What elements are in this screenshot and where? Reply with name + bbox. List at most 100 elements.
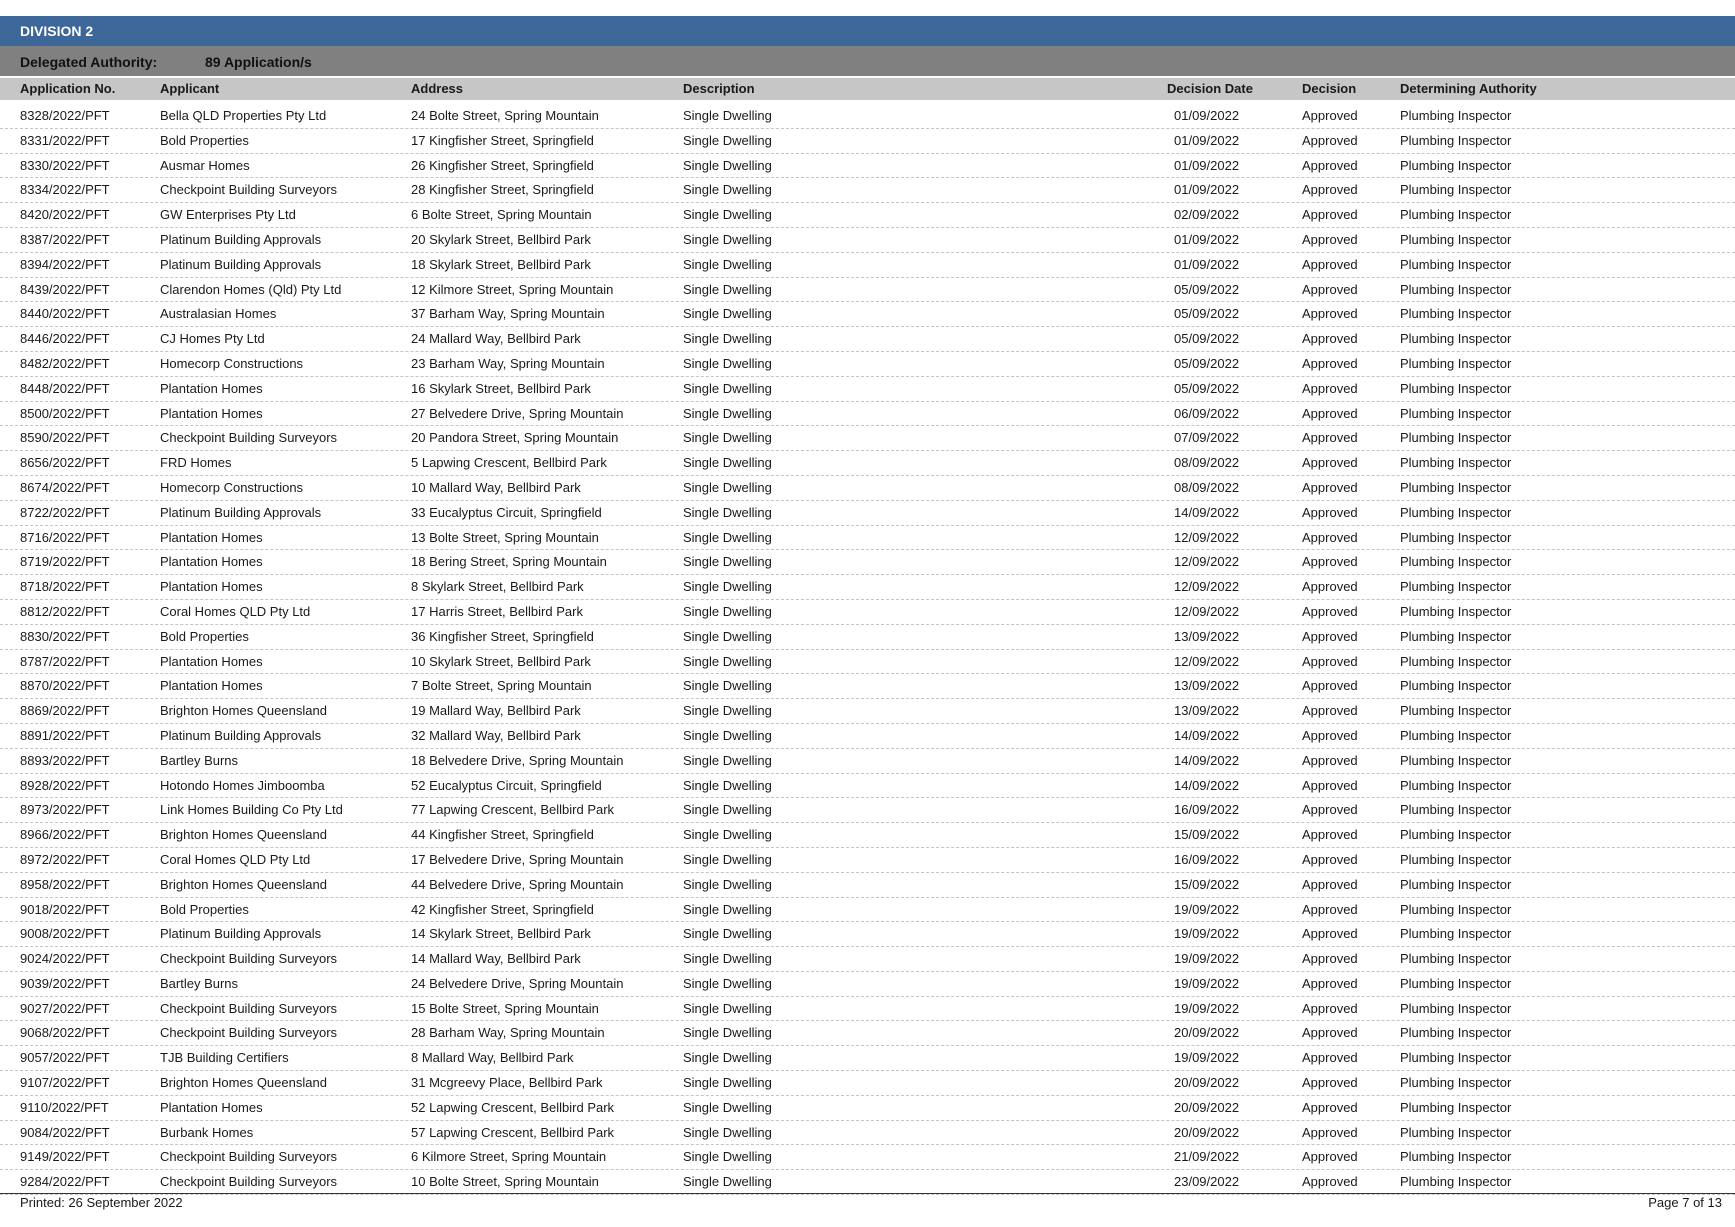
table-row: 8656/2022/PFT FRD Homes 5 Lapwing Crescent… [0, 451, 1735, 476]
cell-determining-authority: Plumbing Inspector [1400, 479, 1512, 495]
table-row: 8440/2022/PFT Australasian Homes 37 Barham… [0, 302, 1735, 328]
cell-applicant: Brighton Homes Queensland [160, 703, 327, 719]
cell-decision: Approved [1302, 1000, 1358, 1016]
cell-address: 24 Belvedere Drive, Spring Mountain [411, 975, 624, 991]
cell-decision-date: 19/09/2022 [1174, 1050, 1240, 1066]
cell-application-no: 8870/2022/PFT [20, 678, 110, 694]
cell-decision: Approved [1302, 703, 1358, 719]
cell-description: Single Dwelling [683, 876, 772, 892]
cell-description: Single Dwelling [683, 554, 772, 570]
cell-address: 12 Kilmore Street, Spring Mountain [411, 281, 614, 297]
cell-decision-date: 19/09/2022 [1174, 975, 1240, 991]
table-row: 9024/2022/PFT Checkpoint Building Surveyo… [0, 947, 1735, 972]
cell-decision: Approved [1302, 1025, 1358, 1041]
cell-determining-authority: Plumbing Inspector [1400, 504, 1512, 520]
cell-applicant: Clarendon Homes (Qld) Pty Ltd [160, 281, 342, 297]
cell-address: 28 Barham Way, Spring Mountain [411, 1025, 605, 1041]
cell-description: Single Dwelling [683, 231, 772, 247]
cell-address: 8 Mallard Way, Bellbird Park [411, 1050, 574, 1066]
cell-determining-authority: Plumbing Inspector [1400, 405, 1512, 421]
cell-address: 26 Kingfisher Street, Springfield [411, 157, 594, 173]
cell-description: Single Dwelling [683, 1099, 772, 1115]
cell-determining-authority: Plumbing Inspector [1400, 1000, 1512, 1016]
printed-date: Printed: 26 September 2022 [20, 1195, 183, 1210]
cell-determining-authority: Plumbing Inspector [1400, 207, 1512, 223]
cell-decision-date: 01/09/2022 [1174, 157, 1240, 173]
cell-determining-authority: Plumbing Inspector [1400, 752, 1512, 768]
cell-determining-authority: Plumbing Inspector [1400, 727, 1512, 743]
cell-description: Single Dwelling [683, 752, 772, 768]
cell-application-no: 8812/2022/PFT [20, 603, 110, 619]
cell-determining-authority: Plumbing Inspector [1400, 355, 1512, 371]
cell-determining-authority: Plumbing Inspector [1400, 554, 1512, 570]
cell-determining-authority: Plumbing Inspector [1400, 901, 1512, 917]
cell-description: Single Dwelling [683, 529, 772, 545]
cell-applicant: Plantation Homes [160, 405, 263, 421]
cell-address: 16 Skylark Street, Bellbird Park [411, 380, 591, 396]
cell-decision-date: 14/09/2022 [1174, 504, 1240, 520]
division-header: DIVISION 2 [0, 16, 1735, 46]
cell-application-no: 9068/2022/PFT [20, 1025, 110, 1041]
cell-address: 52 Lapwing Crescent, Bellbird Park [411, 1099, 615, 1115]
cell-application-no: 9107/2022/PFT [20, 1075, 110, 1091]
cell-application-no: 9039/2022/PFT [20, 975, 110, 991]
cell-address: 27 Belvedere Drive, Spring Mountain [411, 405, 624, 421]
cell-determining-authority: Plumbing Inspector [1400, 802, 1512, 818]
cell-address: 37 Barham Way, Spring Mountain [411, 306, 605, 322]
cell-description: Single Dwelling [683, 703, 772, 719]
cell-address: 6 Bolte Street, Spring Mountain [411, 207, 592, 223]
header-address: Address [411, 81, 464, 96]
table-row: 8500/2022/PFT Plantation Homes 27 Belveder… [0, 402, 1735, 427]
cell-applicant: Coral Homes QLD Pty Ltd [160, 603, 311, 619]
cell-applicant: CJ Homes Pty Ltd [160, 331, 265, 347]
cell-decision: Approved [1302, 802, 1358, 818]
cell-address: 28 Kingfisher Street, Springfield [411, 182, 594, 198]
table-row: 8482/2022/PFT Homecorp Constructions 23 Ba… [0, 352, 1735, 377]
cell-address: 6 Kilmore Street, Spring Mountain [411, 1149, 607, 1165]
cell-application-no: 8440/2022/PFT [20, 306, 110, 322]
cell-applicant: Bold Properties [160, 628, 249, 644]
cell-decision: Approved [1302, 380, 1358, 396]
cell-address: 15 Bolte Street, Spring Mountain [411, 1000, 599, 1016]
cell-determining-authority: Plumbing Inspector [1400, 256, 1512, 272]
cell-address: 20 Pandora Street, Spring Mountain [411, 430, 619, 446]
cell-address: 17 Belvedere Drive, Spring Mountain [411, 851, 624, 867]
table-row: 9084/2022/PFT Burbank Homes 57 Lapwing Cre… [0, 1121, 1735, 1146]
cell-applicant: Plantation Homes [160, 653, 263, 669]
cell-description: Single Dwelling [683, 802, 772, 818]
cell-decision: Approved [1302, 504, 1358, 520]
table-row: 9008/2022/PFT Platinum Building Approvals… [0, 922, 1735, 948]
cell-decision: Approved [1302, 579, 1358, 595]
cell-description: Single Dwelling [683, 405, 772, 421]
cell-determining-authority: Plumbing Inspector [1400, 1124, 1512, 1140]
cell-decision-date: 15/09/2022 [1174, 827, 1240, 843]
cell-decision: Approved [1302, 281, 1358, 297]
cell-applicant: Plantation Homes [160, 380, 263, 396]
table-row: 8869/2022/PFT Brighton Homes Queensland 19… [0, 699, 1735, 724]
cell-applicant: FRD Homes [160, 455, 232, 471]
cell-decision: Approved [1302, 430, 1358, 446]
cell-decision-date: 14/09/2022 [1174, 727, 1240, 743]
header-determining-authority: Determining Authority [1400, 81, 1537, 96]
cell-determining-authority: Plumbing Inspector [1400, 975, 1512, 991]
cell-description: Single Dwelling [683, 132, 772, 148]
cell-application-no: 8722/2022/PFT [20, 504, 110, 520]
cell-applicant: Checkpoint Building Surveyors [160, 182, 338, 198]
cell-decision-date: 07/09/2022 [1174, 430, 1240, 446]
cell-description: Single Dwelling [683, 603, 772, 619]
cell-address: 33 Eucalyptus Circuit, Springfield [411, 504, 602, 520]
cell-description: Single Dwelling [683, 777, 772, 793]
cell-address: 5 Lapwing Crescent, Bellbird Park [411, 455, 607, 471]
cell-determining-authority: Plumbing Inspector [1400, 926, 1512, 942]
cell-decision: Approved [1302, 1174, 1358, 1190]
table-row: 9039/2022/PFT Bartley Burns 24 Belvedere D… [0, 972, 1735, 997]
table-row: 8966/2022/PFT Brighton Homes Queensland 44… [0, 823, 1735, 848]
cell-applicant: Checkpoint Building Surveyors [160, 430, 338, 446]
cell-decision: Approved [1302, 678, 1358, 694]
table-row: 9027/2022/PFT Checkpoint Building Surveyo… [0, 997, 1735, 1022]
table-row: 8446/2022/PFT CJ Homes Pty Ltd 24 Mallard … [0, 327, 1735, 352]
cell-decision: Approved [1302, 827, 1358, 843]
header-description: Description [683, 81, 755, 96]
cell-decision-date: 19/09/2022 [1174, 951, 1240, 967]
cell-description: Single Dwelling [683, 901, 772, 917]
